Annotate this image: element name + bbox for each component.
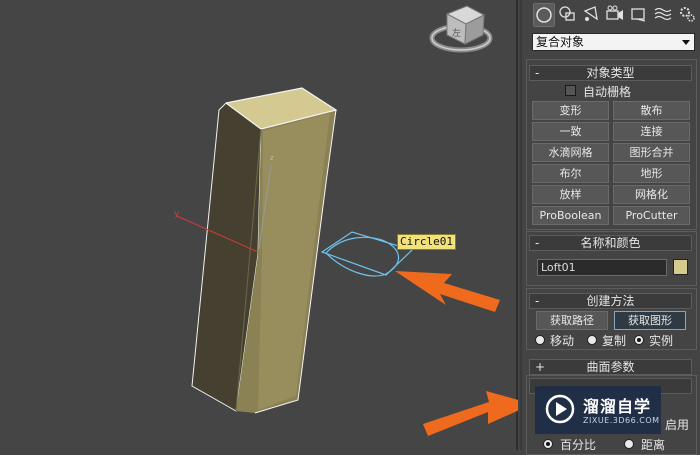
annotation-arrow-shape bbox=[395, 271, 500, 312]
category-dropdown[interactable]: 复合对象 bbox=[532, 33, 695, 51]
surface-params-title: 曲面参数 bbox=[586, 360, 635, 374]
object-type-button-1-1[interactable]: 连接 bbox=[613, 122, 690, 141]
radio-move-label: 移动 bbox=[550, 334, 575, 348]
create-cameras-tab[interactable] bbox=[605, 3, 625, 25]
viewport-scene[interactable]: 左 z y bbox=[0, 0, 518, 450]
radio-copy-label: 复制 bbox=[602, 334, 627, 348]
surface-params-rollout-header[interactable]: + 曲面参数 bbox=[529, 359, 692, 375]
object-type-button-2-1[interactable]: 图形合并 bbox=[613, 143, 690, 162]
expand-icon: + bbox=[535, 360, 546, 374]
collapse-icon: - bbox=[535, 294, 540, 308]
get-shape-button[interactable]: 获取图形 bbox=[614, 311, 686, 330]
chevron-down-icon[interactable] bbox=[682, 40, 690, 45]
object-type-button-2-0[interactable]: 水滴网格 bbox=[532, 143, 609, 162]
object-color-swatch[interactable] bbox=[673, 259, 688, 275]
create-lights-tab[interactable] bbox=[581, 3, 601, 25]
create-helpers-tab[interactable] bbox=[629, 3, 649, 25]
autogrid-label: 自动栅格 bbox=[583, 85, 632, 99]
path-enable-label: 启用 bbox=[665, 418, 690, 432]
creation-method-title: 创建方法 bbox=[586, 294, 635, 308]
radio-copy[interactable] bbox=[587, 335, 597, 345]
axis-z-label: z bbox=[270, 154, 274, 162]
object-type-button-0-0[interactable]: 变形 bbox=[532, 101, 609, 120]
name-color-rollout-header[interactable]: - 名称和颜色 bbox=[529, 235, 692, 251]
collapse-icon: - bbox=[535, 236, 540, 250]
create-geometry-tab[interactable] bbox=[533, 3, 555, 27]
radio-instance-label: 实例 bbox=[649, 334, 674, 348]
radio-percent-label: 百分比 bbox=[560, 438, 597, 452]
get-path-button[interactable]: 获取路径 bbox=[536, 311, 608, 330]
loft-object[interactable]: z bbox=[191, 87, 338, 414]
axis-y-label: y bbox=[174, 209, 180, 219]
radio-percent[interactable] bbox=[543, 439, 553, 449]
category-dropdown-value: 复合对象 bbox=[536, 35, 585, 49]
radio-distance[interactable] bbox=[624, 439, 634, 449]
radio-move[interactable] bbox=[535, 335, 545, 345]
radio-distance-label: 距离 bbox=[641, 438, 666, 452]
object-type-button-5-0[interactable]: ProBoolean bbox=[532, 206, 609, 225]
shapes-icon bbox=[559, 6, 575, 21]
cameras-icon bbox=[606, 5, 623, 20]
circle01-label: Circle01 bbox=[397, 234, 456, 250]
watermark-url: ZIXUE.3D66.COM bbox=[583, 416, 660, 425]
spacewarps-icon bbox=[654, 7, 672, 21]
helpers-icon bbox=[631, 8, 646, 22]
viewcube-face-label: 左 bbox=[452, 27, 461, 39]
perspective-viewport[interactable]: 左 z y Circle01 bbox=[0, 0, 518, 450]
object-type-button-3-0[interactable]: 布尔 bbox=[532, 164, 609, 183]
lights-icon bbox=[583, 6, 598, 21]
collapse-icon: - bbox=[535, 66, 540, 80]
systems-icon bbox=[680, 7, 695, 22]
watermark-title: 溜溜自学 bbox=[583, 397, 652, 416]
object-type-button-3-1[interactable]: 地形 bbox=[613, 164, 690, 183]
sphere-icon bbox=[536, 7, 552, 23]
object-type-title: 对象类型 bbox=[586, 66, 635, 80]
create-shapes-tab[interactable] bbox=[557, 3, 577, 25]
autogrid-checkbox[interactable] bbox=[565, 85, 576, 96]
object-type-button-1-0[interactable]: 一致 bbox=[532, 122, 609, 141]
object-name-field[interactable]: Loft01 bbox=[537, 259, 667, 276]
radio-instance[interactable] bbox=[634, 335, 644, 345]
watermark-logo-icon bbox=[545, 394, 575, 424]
object-type-rollout-header[interactable]: - 对象类型 bbox=[529, 65, 692, 81]
create-systems-tab[interactable] bbox=[677, 3, 697, 25]
viewcube[interactable]: 左 bbox=[429, 5, 493, 53]
creation-method-rollout-header[interactable]: - 创建方法 bbox=[529, 293, 692, 309]
annotation-arrow-panel bbox=[423, 391, 518, 436]
object-type-button-4-1[interactable]: 网格化 bbox=[613, 185, 690, 204]
create-spacewarps-tab[interactable] bbox=[653, 3, 673, 25]
object-type-button-5-1[interactable]: ProCutter bbox=[613, 206, 690, 225]
name-color-title: 名称和颜色 bbox=[580, 236, 641, 250]
object-type-button-4-0[interactable]: 放样 bbox=[532, 185, 609, 204]
object-type-button-0-1[interactable]: 散布 bbox=[613, 101, 690, 120]
